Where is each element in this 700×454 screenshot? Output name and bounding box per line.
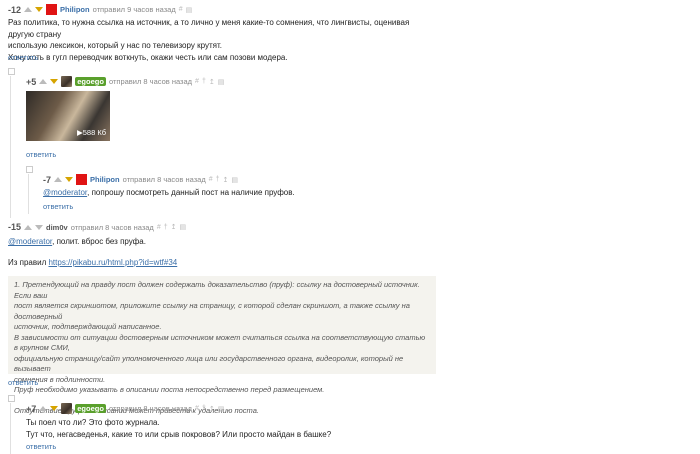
pin-icon[interactable]: †: [164, 224, 168, 231]
image-size-label: ▶588 Кб: [76, 128, 106, 137]
reply-link[interactable]: ответить: [26, 442, 56, 451]
quote-line: источник, подтверждающий написанное.: [14, 322, 162, 331]
comment-line: Тут что, негасведенья, какие то или срыв…: [26, 429, 332, 439]
comment-rating: +7: [26, 403, 37, 414]
quote-line: 1. Претендующий на правду пост должен со…: [14, 280, 420, 300]
link-icon[interactable]: #: [157, 224, 161, 231]
downvote-arrow-icon[interactable]: [65, 177, 74, 182]
collapse-toggle[interactable]: [8, 395, 15, 402]
comment-header: -7 Philipon отправил 8 часов назад # † ↥…: [43, 174, 238, 185]
share-icon[interactable]: ↥: [209, 78, 215, 86]
rules-line: Из правил https://pikabu.ru/html.php?id=…: [8, 257, 177, 269]
author-nickname[interactable]: Philipon: [90, 175, 120, 184]
upvote-arrow-icon[interactable]: [39, 79, 48, 84]
author-nickname[interactable]: dim0v: [46, 223, 68, 232]
author-nickname[interactable]: egoego: [75, 77, 106, 86]
comment-line: Хочу хоть в гугл переводчик воткнуть, ок…: [8, 52, 288, 62]
collapse-toggle[interactable]: [26, 166, 33, 173]
quote-line: Пруф необходимо указывать в описании пос…: [14, 385, 325, 394]
image-size: 588 Кб: [82, 128, 106, 137]
thread-line: [10, 76, 11, 218]
save-icon[interactable]: ▤: [218, 405, 225, 413]
upvote-arrow-icon[interactable]: [24, 224, 33, 230]
comment-text: @moderator, полит. вброс без пруфа.: [8, 236, 146, 248]
downvote-arrow-icon[interactable]: [35, 7, 44, 12]
rules-quote: 1. Претендующий на правду пост должен со…: [8, 276, 436, 415]
avatar[interactable]: [61, 76, 73, 87]
upvote-arrow-icon[interactable]: [39, 406, 48, 411]
comment-header: +5 egoego отправил 8 часов назад # † ↥ ▤: [26, 76, 224, 87]
reply-link[interactable]: ответить: [8, 378, 38, 387]
save-icon[interactable]: ▤: [180, 223, 187, 231]
rules-prefix: Из правил: [8, 258, 49, 267]
share-icon[interactable]: ↥: [171, 223, 177, 231]
pin-icon[interactable]: †: [216, 176, 220, 183]
downvote-arrow-icon[interactable]: [35, 224, 44, 230]
save-icon[interactable]: ▤: [231, 176, 238, 184]
comment-rating: -15: [8, 222, 22, 232]
link-icon[interactable]: #: [195, 78, 199, 85]
rules-link[interactable]: https://pikabu.ru/html.php?id=wtf#34: [48, 258, 177, 267]
author-nickname[interactable]: egoego: [75, 404, 106, 413]
share-icon[interactable]: ↥: [209, 405, 215, 413]
comment-time: отправил 8 часов назад: [122, 175, 206, 184]
comment-rating: +5: [26, 76, 37, 87]
mention-link[interactable]: @moderator: [8, 237, 52, 246]
comment-rating: -12: [8, 4, 22, 15]
reply-link[interactable]: ответить: [26, 150, 56, 159]
thread-line: [10, 403, 11, 454]
quote-line: официальную страницу/сайт уполномоченног…: [14, 353, 404, 374]
comment-text: Ты поел что ли? Это фото журнала. Тут чт…: [26, 417, 331, 440]
downvote-arrow-icon[interactable]: [50, 406, 59, 411]
comment-time: отправил 8 часов назад: [70, 222, 154, 232]
quote-line: сомнения в подлинности.: [14, 374, 106, 384]
reply-link[interactable]: ответить: [8, 53, 38, 62]
link-icon[interactable]: #: [195, 405, 199, 412]
author-nickname[interactable]: Philipon: [60, 5, 90, 14]
quote-line: пост является скриншотом, приложите ссыл…: [14, 301, 410, 321]
avatar[interactable]: [46, 4, 58, 15]
comment-header: -15 dim0v отправил 8 часов назад # † ↥ ▤: [8, 222, 186, 232]
downvote-arrow-icon[interactable]: [50, 79, 59, 84]
comment-line: Раз политика, то нужна ссылка на источни…: [8, 18, 410, 39]
image-thumbnail[interactable]: ▶588 Кб: [26, 91, 110, 141]
comment-line: Ты поел что ли? Это фото журнала.: [26, 418, 160, 427]
comment-time: отправил 9 часов назад: [92, 5, 176, 14]
comment-line: использую лексикон, который у нас по тел…: [8, 41, 222, 50]
comment-rating: -7: [43, 174, 52, 185]
mention-link[interactable]: @moderator: [43, 188, 87, 197]
reply-link[interactable]: ответить: [43, 202, 73, 211]
upvote-arrow-icon[interactable]: [54, 177, 63, 182]
collapse-toggle[interactable]: [8, 68, 15, 75]
pin-icon[interactable]: †: [202, 78, 206, 85]
comment-header: -12 Philipon отправил 9 часов назад # ▤: [8, 4, 192, 15]
save-icon[interactable]: ▤: [218, 78, 225, 86]
share-icon[interactable]: ↥: [223, 176, 229, 184]
upvote-arrow-icon[interactable]: [24, 7, 33, 12]
avatar[interactable]: [76, 174, 88, 185]
comment-time: отправил 8 часов назад: [108, 404, 193, 413]
comment-text: Раз политика, то нужна ссылка на источни…: [8, 17, 428, 63]
comment-header: +7 egoego отправил 8 часов назад # † ↥ ▤: [26, 403, 224, 414]
thread-line: [28, 174, 29, 214]
avatar[interactable]: [61, 403, 73, 414]
comment-line: , полит. вброс без пруфа.: [52, 237, 146, 246]
link-icon[interactable]: #: [209, 176, 213, 183]
quote-line: В зависимости от ситуации достоверным ис…: [14, 332, 426, 353]
pin-icon[interactable]: †: [202, 405, 206, 412]
comment-time: отправил 8 часов назад: [108, 77, 193, 86]
comment-text: @moderator, попрошу посмотреть данный по…: [43, 187, 295, 199]
link-icon[interactable]: #: [179, 6, 183, 13]
comment-line: , попрошу посмотреть данный пост на нали…: [87, 188, 295, 197]
save-icon[interactable]: ▤: [186, 6, 193, 14]
